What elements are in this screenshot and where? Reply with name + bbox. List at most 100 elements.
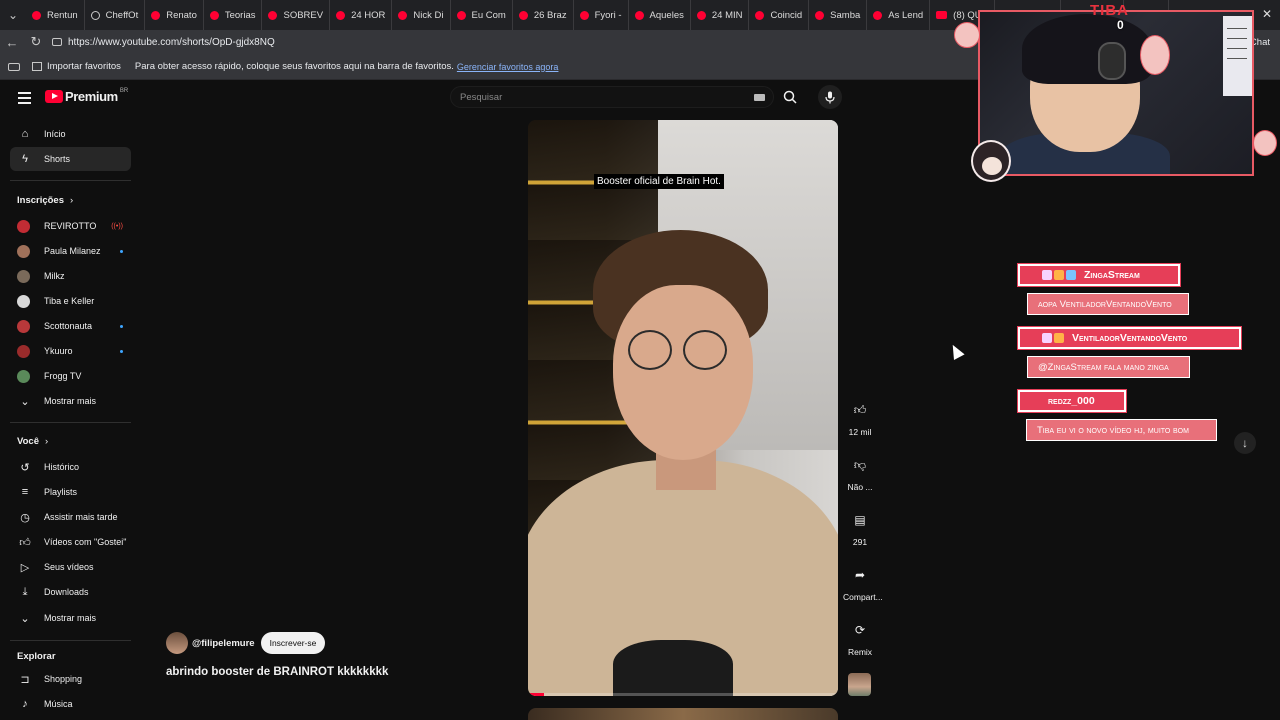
sidebar-item[interactable]: ⌄ Mostrar mais xyxy=(10,389,131,413)
browser-tab[interactable]: Rentun xyxy=(26,0,85,30)
window-close-icon[interactable]: ✕ xyxy=(1262,7,1272,21)
sidebar-item[interactable]: ≡ Playlists xyxy=(10,480,131,504)
search-box[interactable]: Pesquisar xyxy=(450,86,774,108)
short-title[interactable]: abrindo booster de BRAINROT kkkkkkkk xyxy=(166,666,388,678)
webcam-headset xyxy=(1098,42,1126,80)
watch-later-icon: ◷ xyxy=(20,511,30,524)
sidebar-item[interactable]: ♪ Música xyxy=(10,692,131,716)
chat-message: Tiba eu vi o novo vídeo hj, muito bom xyxy=(1026,419,1217,441)
channel-name[interactable]: @filipelemure xyxy=(192,638,255,649)
chat-message: @ZingaStream fala mano zinga xyxy=(1027,356,1190,378)
glasses-left xyxy=(628,330,672,370)
browser-tab[interactable]: Aqueles xyxy=(629,0,691,30)
subscription-item[interactable]: Paula Milanez xyxy=(10,239,131,263)
browser-tab[interactable]: As Lend xyxy=(867,0,931,30)
logo-region: BR xyxy=(119,87,129,94)
video-progress-bar[interactable] xyxy=(528,693,838,696)
short-channel-row: @filipelemure Inscrever-se xyxy=(166,632,326,654)
sidebar-item[interactable]: ▷ Seus vídeos xyxy=(10,555,131,579)
voice-search-button[interactable] xyxy=(818,85,842,109)
youtube-dot-icon xyxy=(32,10,41,20)
browser-tab-label: SOBREV xyxy=(283,9,324,21)
subscription-item[interactable]: REVIROTTO ((•)) xyxy=(10,214,131,238)
like-button[interactable]: 👍︎ 12 mil xyxy=(843,398,877,438)
next-short-preview[interactable] xyxy=(528,708,838,720)
subscription-item[interactable]: Scottonauta xyxy=(10,314,131,338)
youtube-premium-logo[interactable]: Premium BR xyxy=(45,87,129,104)
next-short-button[interactable]: ↓ xyxy=(1234,432,1256,454)
section-subscriptions[interactable]: Inscrições › xyxy=(17,195,73,206)
manage-bookmarks-link[interactable]: Gerenciar favoritos agora xyxy=(457,62,559,72)
short-video-player[interactable]: Booster oficial de Brain Hot. xyxy=(528,120,838,696)
browser-tab[interactable]: SOBREV xyxy=(262,0,331,30)
subscription-item[interactable]: Tiba e Keller xyxy=(10,289,131,313)
menu-icon[interactable] xyxy=(18,92,31,107)
subscription-item[interactable]: Frogg TV xyxy=(10,364,131,388)
sidebar-item[interactable]: ⌂ Início xyxy=(10,122,131,146)
remix-button[interactable]: ⟳ Remix xyxy=(843,618,877,657)
section-you[interactable]: Você › xyxy=(17,436,48,447)
chat-username: redzz_000 xyxy=(1018,390,1126,412)
webcam-hair xyxy=(1022,14,1152,84)
avatar xyxy=(17,269,30,283)
browser-tab-label: 24 HOR xyxy=(351,9,386,21)
subscription-item[interactable]: Ykuuro xyxy=(10,339,131,363)
tab-search-button[interactable]: ⌄ xyxy=(0,0,26,30)
browser-tab[interactable]: Eu Com xyxy=(451,0,513,30)
site-settings-icon[interactable] xyxy=(52,38,62,46)
youtube-play-icon xyxy=(45,90,63,103)
tab-groups-icon[interactable] xyxy=(8,62,20,71)
overlay-paw-left xyxy=(954,22,980,48)
browser-tab[interactable]: Fyori - xyxy=(574,0,629,30)
comment-icon: ▤ xyxy=(854,513,866,527)
chat-badge-icon xyxy=(1054,270,1064,280)
share-button[interactable]: ➦ Compart... xyxy=(843,563,883,602)
browser-tab[interactable]: Samba xyxy=(809,0,868,30)
dislike-button[interactable]: 👎︎ Não ... xyxy=(843,453,877,493)
search-input[interactable]: Pesquisar xyxy=(460,92,754,103)
browser-tab[interactable]: Teorias xyxy=(204,0,263,30)
mic-icon xyxy=(825,91,835,103)
sidebar-item[interactable]: ⊐ Shopping xyxy=(10,667,131,691)
chevron-down-icon: ⌄ xyxy=(20,395,30,408)
browser-tab[interactable]: 24 HOR xyxy=(330,0,393,30)
remix-source-avatar[interactable] xyxy=(848,673,871,696)
browser-tab-label: Samba xyxy=(830,9,861,21)
chat-badge-icon xyxy=(1066,270,1076,280)
subscription-item[interactable]: Milkz xyxy=(10,264,131,288)
section-you-label: Você xyxy=(17,436,40,447)
video-caption: Booster oficial de Brain Hot. xyxy=(594,174,724,189)
browser-tab[interactable]: 26 Braz xyxy=(513,0,574,30)
import-bookmarks-button[interactable]: Importar favoritos xyxy=(32,61,121,72)
sidebar-item[interactable]: ⤓ Downloads xyxy=(10,580,131,604)
chat-username-text: redzz_000 xyxy=(1048,395,1095,407)
browser-tab[interactable]: CheffOt xyxy=(85,0,146,30)
subscription-label: Ykuuro xyxy=(44,346,73,356)
sidebar-item[interactable]: ϟ Shorts xyxy=(10,147,131,171)
import-icon xyxy=(32,62,42,71)
live-icon: ((•)) xyxy=(111,222,123,230)
search-button[interactable] xyxy=(776,86,804,108)
overlay-paw-right xyxy=(1253,130,1277,156)
channel-avatar[interactable] xyxy=(166,632,188,654)
browser-tab-label: As Lend xyxy=(888,9,924,21)
sidebar-item[interactable]: ⌄ Mostrar mais xyxy=(10,606,131,630)
new-content-dot xyxy=(120,249,123,253)
section-explore[interactable]: Explorar xyxy=(17,651,56,662)
reload-icon[interactable]: ↻ xyxy=(24,34,48,50)
browser-tab[interactable]: Renato xyxy=(145,0,204,30)
browser-tab[interactable]: 24 MIN xyxy=(691,0,750,30)
sidebar-item[interactable]: 👍︎ Vídeos com "Gostei" xyxy=(10,530,131,554)
keyboard-icon[interactable] xyxy=(754,93,765,101)
comment-button[interactable]: ▤ 291 xyxy=(843,508,877,547)
browser-tab[interactable]: Coincid xyxy=(749,0,810,30)
sidebar-item[interactable]: ◷ Assistir mais tarde xyxy=(10,505,131,529)
sidebar-item[interactable]: ↺ Histórico xyxy=(10,455,131,479)
browser-tab[interactable]: Nick Di xyxy=(392,0,451,30)
share-icon: ➦ xyxy=(854,568,866,582)
sidebar-item-label: Downloads xyxy=(44,587,89,597)
subscribe-button[interactable]: Inscrever-se xyxy=(260,632,326,654)
back-icon[interactable]: ← xyxy=(0,35,24,50)
omnibox[interactable]: https://www.youtube.com/shorts/OpD-gjdx8… xyxy=(52,32,275,52)
url-text[interactable]: https://www.youtube.com/shorts/OpD-gjdx8… xyxy=(68,37,275,48)
